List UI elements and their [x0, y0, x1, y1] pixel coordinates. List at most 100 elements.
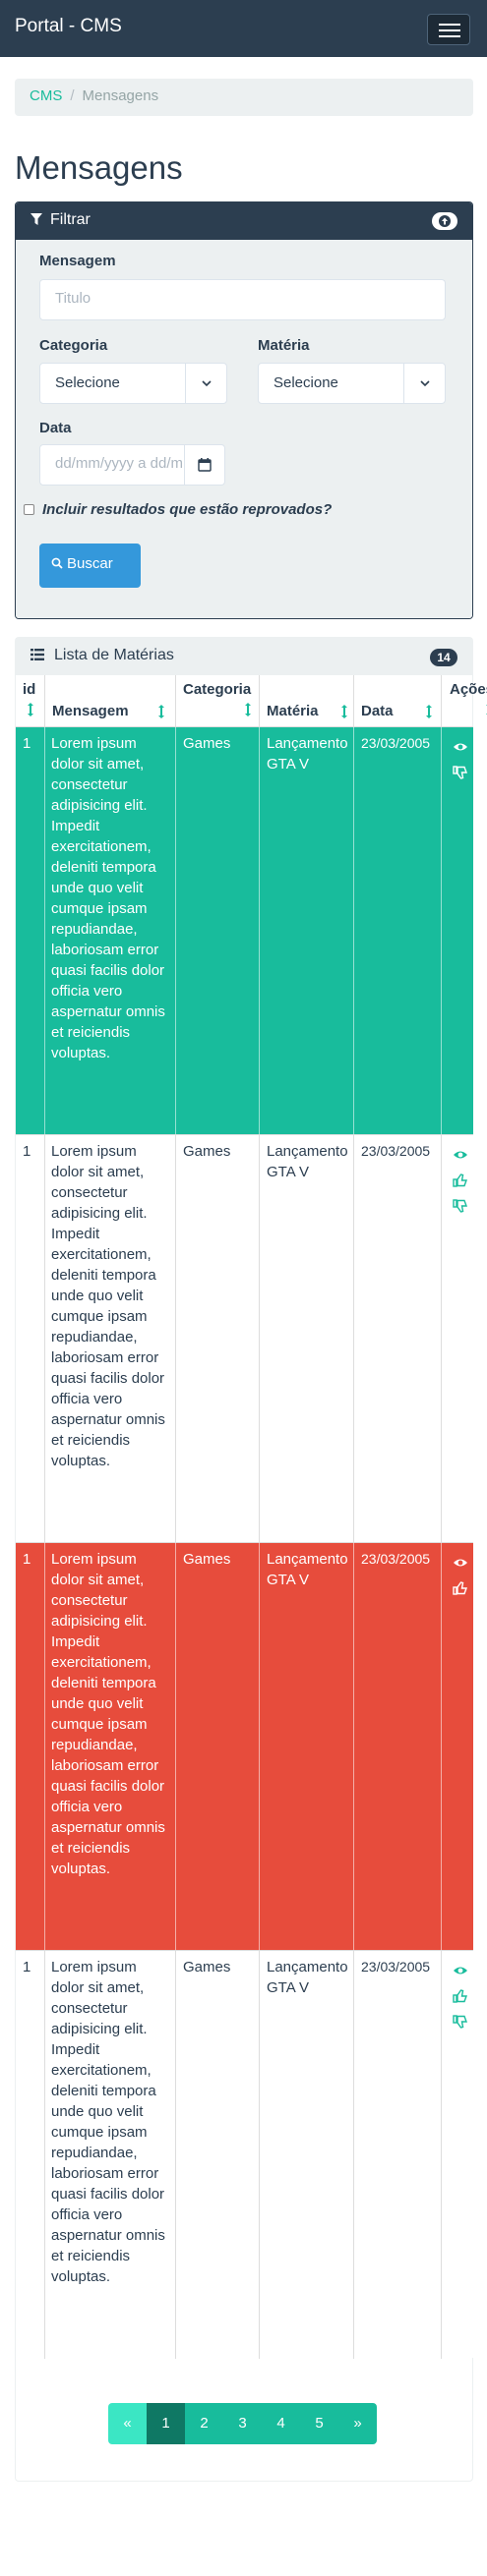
table-row: 1 Lorem ipsum dolor sit amet, consectetu…	[16, 1542, 473, 1951]
thumbs-down-icon[interactable]	[453, 766, 468, 779]
pagination-page[interactable]: 5	[300, 2403, 338, 2444]
thumbs-up-icon[interactable]	[453, 1581, 468, 1595]
cell-subject: Lançamento GTA V	[260, 1135, 354, 1543]
page-title: Mensagens	[15, 149, 183, 186]
column-header-category[interactable]: Categoria	[176, 675, 260, 726]
sort-icon	[341, 705, 347, 718]
category-label: Categoria	[39, 337, 108, 354]
pagination-page[interactable]: 4	[262, 2403, 300, 2444]
hamburger-icon-bar	[439, 24, 460, 26]
pagination-page[interactable]: 1	[147, 2403, 185, 2444]
pagination-page[interactable]: 2	[185, 2403, 223, 2444]
cell-subject: Lançamento GTA V	[260, 1543, 354, 1951]
breadcrumb-separator: /	[70, 87, 75, 104]
arrow-circle-up-icon	[439, 215, 451, 227]
menu-toggle-button[interactable]	[427, 14, 470, 45]
cell-id: 1	[16, 727, 45, 1135]
column-header-label: Mensagem	[52, 703, 129, 719]
sort-icon	[158, 705, 164, 718]
subject-label: Matéria	[258, 337, 310, 354]
date-input-placeholder: dd/mm/yyyy a dd/m	[55, 455, 184, 472]
cell-message: Lorem ipsum dolor sit amet, consectetur …	[45, 1951, 176, 2359]
breadcrumb-current: Mensagens	[82, 87, 159, 104]
pagination-page[interactable]: 3	[223, 2403, 262, 2444]
search-icon	[51, 557, 63, 569]
column-header-id[interactable]: id	[16, 675, 45, 726]
cell-actions	[442, 1135, 473, 1543]
filter-icon	[30, 213, 42, 225]
cell-subject: Lançamento GTA V	[260, 1951, 354, 2359]
chevron-down-icon	[403, 364, 445, 403]
sort-icon	[245, 703, 251, 716]
cell-category: Games	[176, 1135, 260, 1543]
cell-actions	[442, 1951, 473, 2359]
column-header-message[interactable]: Mensagem	[45, 675, 176, 726]
cell-actions	[442, 1543, 473, 1951]
thumbs-down-icon[interactable]	[453, 1199, 468, 1213]
thumbs-up-icon[interactable]	[453, 1989, 468, 2003]
sort-icon	[28, 703, 33, 716]
eye-icon[interactable]	[453, 1964, 468, 1977]
column-header-label: Ações	[450, 681, 487, 698]
breadcrumb: CMS / Mensagens	[15, 79, 473, 116]
cell-category: Games	[176, 1951, 260, 2359]
cell-subject: Lançamento GTA V	[260, 727, 354, 1135]
column-header-label: Categoria	[183, 681, 252, 698]
cell-date: 23/03/2005	[354, 1543, 442, 1951]
cell-id: 1	[16, 1543, 45, 1951]
include-rejected-option: Incluir resultados que estão reprovados?	[24, 501, 332, 518]
list-icon	[30, 649, 44, 660]
category-select[interactable]: Selecione	[39, 363, 227, 404]
breadcrumb-link-cms[interactable]: CMS	[30, 87, 62, 104]
column-header-subject[interactable]: Matéria	[260, 675, 354, 726]
cell-category: Games	[176, 1543, 260, 1951]
category-select-value: Selecione	[55, 374, 120, 391]
column-header-label: Matéria	[267, 703, 319, 719]
collapse-filter-button[interactable]	[432, 212, 457, 230]
cell-message: Lorem ipsum dolor sit amet, consectetur …	[45, 1135, 176, 1543]
cell-id: 1	[16, 1951, 45, 2359]
list-panel-heading: Lista de Matérias 14	[16, 638, 472, 675]
table-row: 1 Lorem ipsum dolor sit amet, consectetu…	[16, 1134, 473, 1543]
date-range-input[interactable]: dd/mm/yyyy a dd/m	[39, 444, 185, 486]
table-row: 1 Lorem ipsum dolor sit amet, consectetu…	[16, 726, 473, 1135]
sort-icon	[426, 705, 432, 718]
message-label: Mensagem	[39, 253, 116, 269]
calendar-button[interactable]	[184, 444, 225, 486]
column-header-date[interactable]: Data	[354, 675, 442, 726]
pagination-next[interactable]: »	[338, 2403, 377, 2444]
message-search-input[interactable]: Titulo	[39, 279, 446, 320]
column-header-label: Data	[361, 703, 394, 719]
list-title: Lista de Matérias	[54, 647, 174, 663]
search-button-label: Buscar	[67, 555, 113, 572]
cell-message: Lorem ipsum dolor sit amet, consectetur …	[45, 727, 176, 1135]
subject-select-value: Selecione	[274, 374, 338, 391]
subject-select[interactable]: Selecione	[258, 363, 446, 404]
filter-title: Filtrar	[50, 211, 91, 228]
hamburger-icon-bar	[439, 35, 460, 37]
thumbs-down-icon[interactable]	[453, 2015, 468, 2029]
include-rejected-label: Incluir resultados que estão reprovados?	[42, 501, 333, 518]
eye-icon[interactable]	[453, 1556, 468, 1570]
include-rejected-checkbox[interactable]	[24, 504, 34, 515]
count-badge: 14	[430, 649, 457, 666]
cell-actions	[442, 727, 473, 1135]
cell-date: 23/03/2005	[354, 1135, 442, 1543]
eye-icon[interactable]	[453, 1148, 468, 1162]
pagination-prev[interactable]: «	[108, 2403, 147, 2444]
thumbs-up-icon[interactable]	[453, 1174, 468, 1187]
date-label: Data	[39, 420, 72, 436]
eye-icon[interactable]	[453, 740, 468, 754]
cell-id: 1	[16, 1135, 45, 1543]
table-row: 1 Lorem ipsum dolor sit amet, consectetu…	[16, 1950, 473, 2359]
column-header-actions: Ações	[442, 675, 487, 726]
column-header-label: id	[23, 681, 36, 698]
cell-message: Lorem ipsum dolor sit amet, consectetur …	[45, 1543, 176, 1951]
filter-panel-heading: Filtrar	[16, 202, 472, 240]
list-panel: Lista de Matérias 14 id Mensagem Categor…	[15, 637, 487, 2482]
cell-date: 23/03/2005	[354, 1951, 442, 2359]
calendar-icon	[198, 458, 212, 472]
cell-category: Games	[176, 727, 260, 1135]
search-button[interactable]: Buscar	[39, 544, 141, 588]
navbar-brand[interactable]: Portal - CMS	[15, 16, 122, 37]
